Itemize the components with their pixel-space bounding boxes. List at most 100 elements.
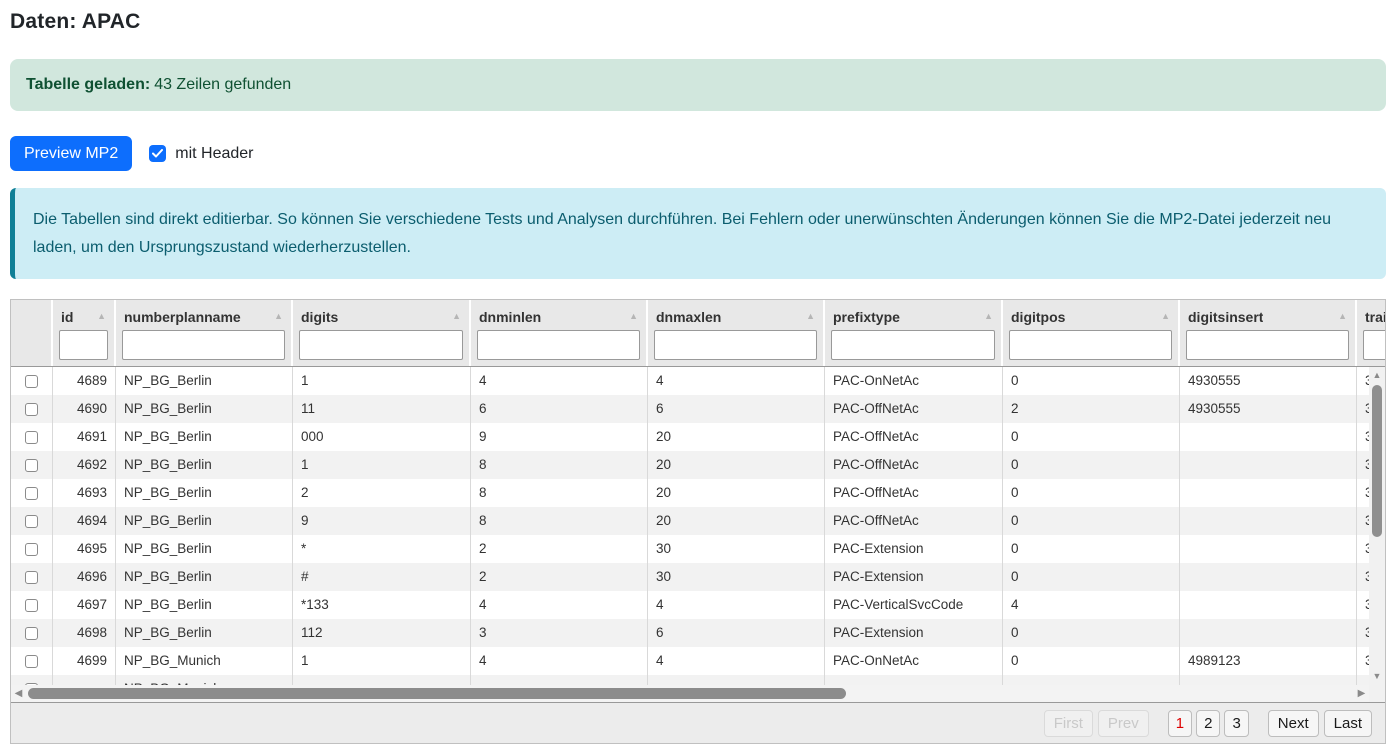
cell-id[interactable]: 4692 [53,451,116,479]
column-header-prefixtype[interactable]: prefixtype▲ [825,300,1003,366]
cell-trai[interactable]: 3 [1357,591,1369,619]
cell-numberplanname[interactable]: NP_BG_Berlin [116,451,293,479]
pagination-next-button[interactable]: Next [1268,710,1319,737]
cell-digits[interactable]: 2 [293,479,471,507]
cell-dnmaxlen[interactable]: 4 [648,367,825,395]
cell-digitsinsert[interactable]: 4989123 [1180,647,1357,675]
cell-dnmaxlen[interactable]: 20 [648,423,825,451]
cell-dnmaxlen[interactable]: 30 [648,563,825,591]
cell-dnmaxlen[interactable]: 6 [648,395,825,423]
cell-id[interactable]: 4694 [53,507,116,535]
row-checkbox[interactable] [25,543,38,556]
cell-trai[interactable]: 3 [1357,395,1369,423]
pagination-page-3-button[interactable]: 3 [1224,710,1248,737]
row-checkbox[interactable] [25,599,38,612]
cell-dnminlen[interactable]: 2 [471,535,648,563]
cell-prefixtype[interactable]: PAC-OnNetAc [825,367,1003,395]
row-checkbox[interactable] [25,655,38,668]
cell-dnminlen[interactable]: 2 [471,563,648,591]
cell-id[interactable]: 4697 [53,591,116,619]
cell-numberplanname[interactable]: NP_BG_Berlin [116,367,293,395]
pagination-page-2-button[interactable]: 2 [1196,710,1220,737]
cell-id[interactable]: 4696 [53,563,116,591]
cell-numberplanname[interactable]: NP_BG_Munich [116,675,293,685]
cell-digitpos[interactable]: 0 [1003,479,1180,507]
cell-id[interactable]: 4693 [53,479,116,507]
cell-digitsinsert[interactable] [1180,535,1357,563]
cell-prefixtype[interactable]: PAC-OnNetAc [825,647,1003,675]
cell-numberplanname[interactable]: NP_BG_Berlin [116,395,293,423]
cell-digitpos[interactable]: 0 [1003,451,1180,479]
cell-prefixtype[interactable]: PAC-OffNetAc [825,423,1003,451]
column-header-digitpos[interactable]: digitpos▲ [1003,300,1180,366]
cell-digitpos[interactable] [1003,675,1180,685]
cell-prefixtype[interactable]: PAC-OffNetAc [825,507,1003,535]
cell-trai[interactable]: 3 [1357,647,1369,675]
cell-id[interactable] [53,675,116,685]
cell-dnminlen[interactable]: 4 [471,647,648,675]
horizontal-scrollbar-track[interactable] [26,685,1354,702]
pagination-prev-button[interactable]: Prev [1098,710,1149,737]
cell-digits[interactable]: # [293,563,471,591]
cell-dnminlen[interactable]: 9 [471,423,648,451]
filter-input-numberplanname[interactable] [122,330,285,360]
cell-trai[interactable]: 3 [1357,535,1369,563]
row-checkbox[interactable] [25,571,38,584]
cell-dnmaxlen[interactable]: 20 [648,507,825,535]
row-checkbox[interactable] [25,403,38,416]
cell-dnmaxlen[interactable] [648,675,825,685]
cell-numberplanname[interactable]: NP_BG_Berlin [116,563,293,591]
cell-dnmaxlen[interactable]: 20 [648,479,825,507]
cell-digitsinsert[interactable] [1180,591,1357,619]
cell-digitpos[interactable]: 0 [1003,367,1180,395]
row-checkbox[interactable] [25,487,38,500]
cell-id[interactable]: 4695 [53,535,116,563]
row-checkbox[interactable] [25,375,38,388]
cell-trai[interactable]: 3 [1357,619,1369,647]
cell-numberplanname[interactable]: NP_BG_Berlin [116,619,293,647]
cell-id[interactable]: 4699 [53,647,116,675]
column-header-digitsinsert[interactable]: digitsinsert▲ [1180,300,1357,366]
cell-trai[interactable]: 3 [1357,507,1369,535]
scroll-down-icon[interactable]: ▼ [1373,668,1382,685]
row-checkbox[interactable] [25,459,38,472]
cell-prefixtype[interactable]: PAC-Extension [825,563,1003,591]
cell-digitpos[interactable]: 0 [1003,535,1180,563]
cell-id[interactable]: 4690 [53,395,116,423]
cell-prefixtype[interactable]: PAC-OffNetAc [825,479,1003,507]
vertical-scrollbar-thumb[interactable] [1372,385,1382,537]
filter-input-digitpos[interactable] [1009,330,1172,360]
cell-digits[interactable]: 1 [293,647,471,675]
filter-input-dnmaxlen[interactable] [654,330,817,360]
column-header-digits[interactable]: digits▲ [293,300,471,366]
column-header-numberplanname[interactable]: numberplanname▲ [116,300,293,366]
scroll-left-icon[interactable]: ◀ [11,689,26,699]
cell-digitpos[interactable]: 4 [1003,591,1180,619]
cell-digitpos[interactable]: 0 [1003,423,1180,451]
cell-digitpos[interactable]: 0 [1003,647,1180,675]
cell-digits[interactable]: 1 [293,367,471,395]
cell-prefixtype[interactable]: PAC-VerticalSvcCode [825,591,1003,619]
cell-id[interactable]: 4691 [53,423,116,451]
column-header-trai[interactable]: trai▲ [1357,300,1385,366]
filter-input-prefixtype[interactable] [831,330,995,360]
cell-numberplanname[interactable]: NP_BG_Munich [116,647,293,675]
cell-digits[interactable]: 9 [293,507,471,535]
row-checkbox[interactable] [25,627,38,640]
cell-dnminlen[interactable]: 8 [471,479,648,507]
cell-prefixtype[interactable]: PAC-Extension [825,535,1003,563]
cell-trai[interactable]: 3 [1357,451,1369,479]
cell-digitsinsert[interactable] [1180,423,1357,451]
vertical-scrollbar[interactable]: ▲ ▼ [1369,367,1385,685]
cell-digits[interactable]: 11 [293,395,471,423]
cell-digits[interactable]: 1 [293,451,471,479]
cell-dnminlen[interactable]: 8 [471,451,648,479]
cell-trai[interactable]: 3 [1357,367,1369,395]
cell-dnminlen[interactable]: 8 [471,507,648,535]
pagination-first-button[interactable]: First [1044,710,1093,737]
cell-dnmaxlen[interactable]: 6 [648,619,825,647]
column-header-dnmaxlen[interactable]: dnmaxlen▲ [648,300,825,366]
cell-dnminlen[interactable]: 4 [471,367,648,395]
scroll-right-icon[interactable]: ▶ [1354,689,1369,699]
cell-numberplanname[interactable]: NP_BG_Berlin [116,507,293,535]
